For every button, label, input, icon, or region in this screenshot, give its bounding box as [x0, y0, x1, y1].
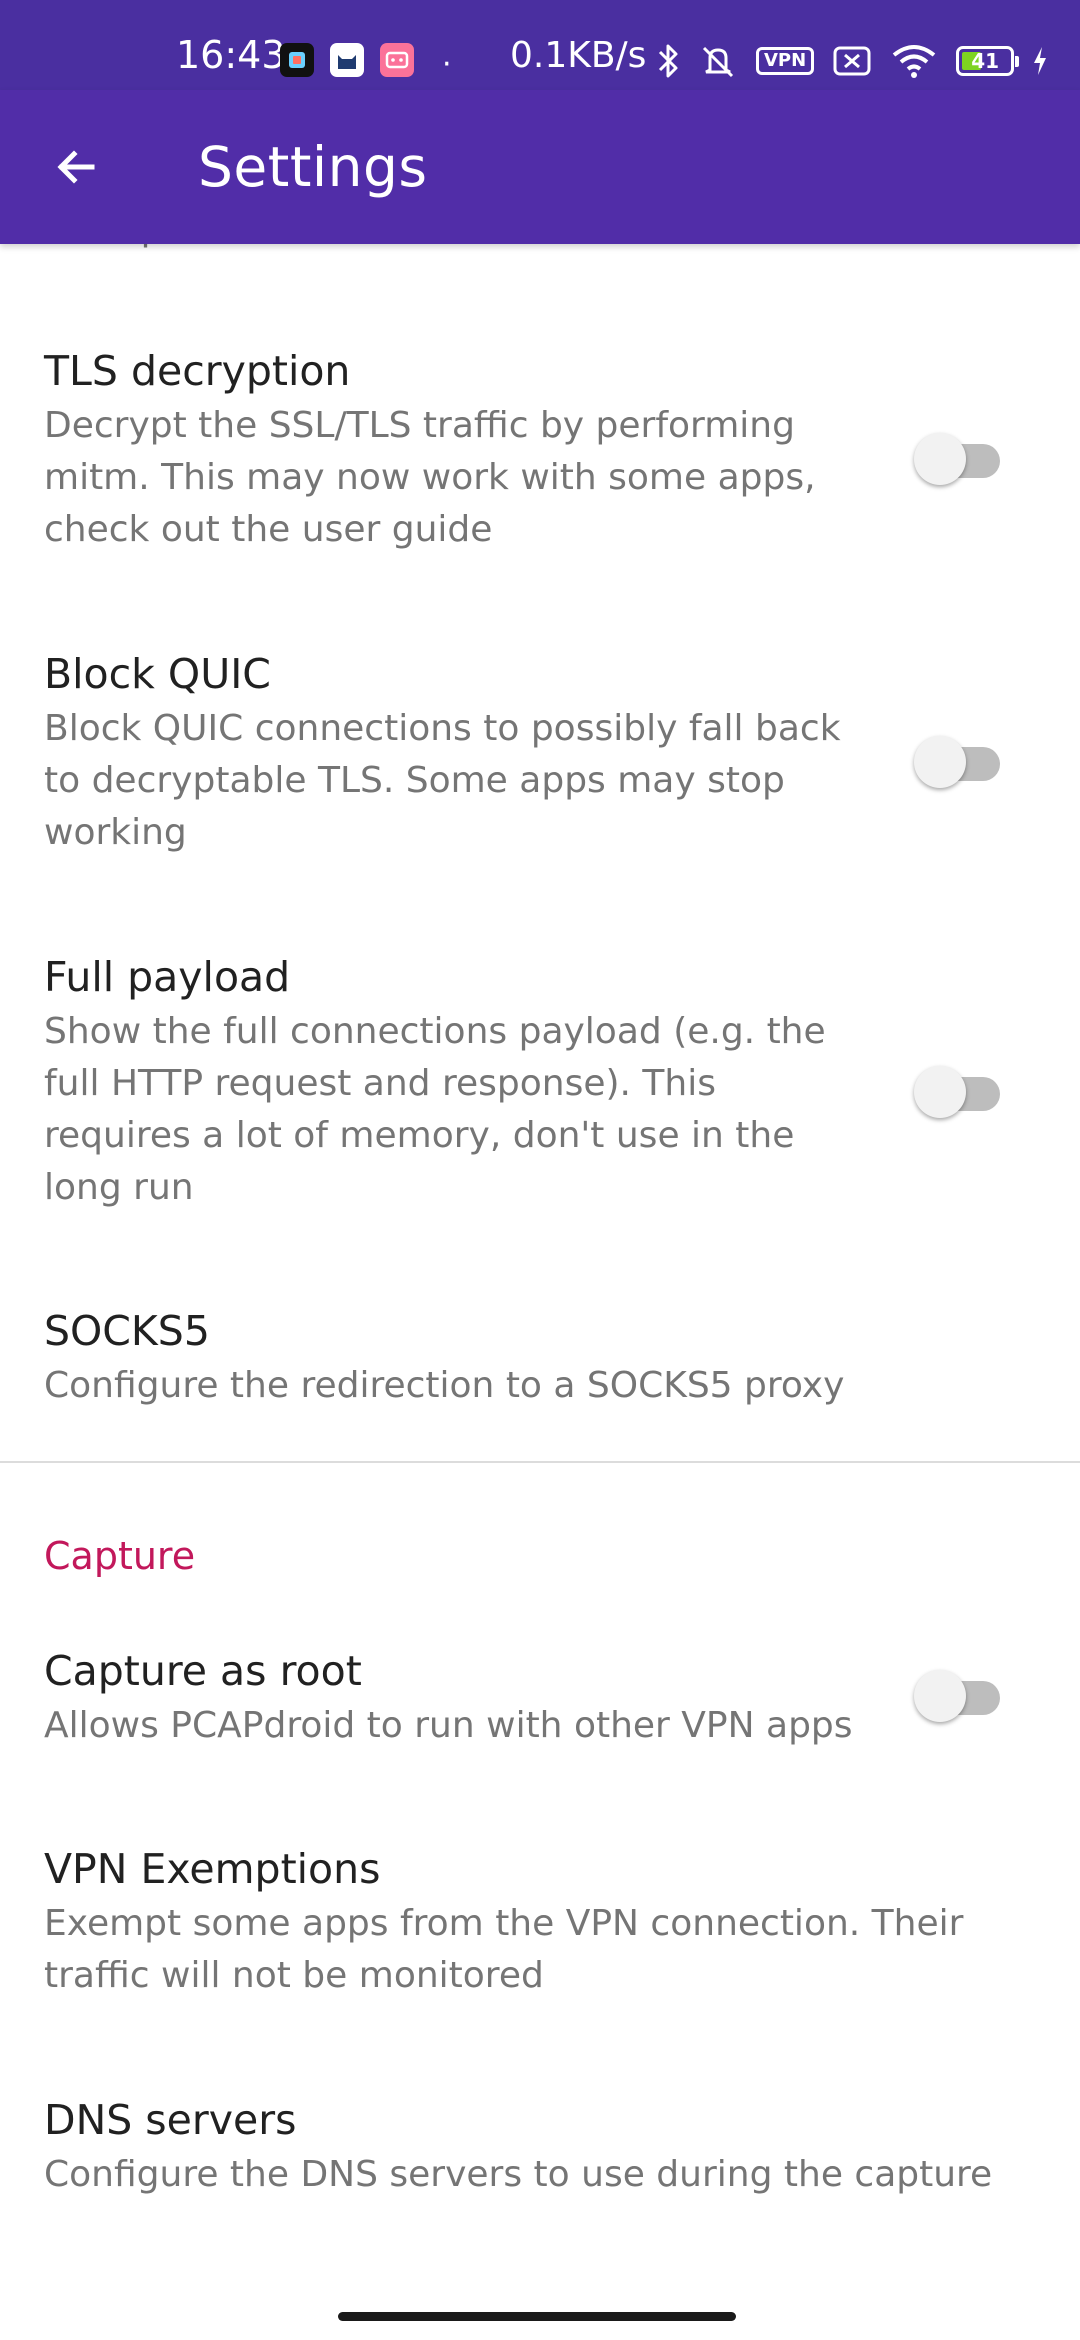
pref-full-payload[interactable]: Full payload Show the full connections p… [0, 950, 1080, 1210]
home-indicator[interactable] [338, 2312, 736, 2321]
switch-thumb [914, 1066, 966, 1118]
pref-title: VPN Exemptions [44, 1845, 381, 1893]
wifi-icon [890, 43, 938, 79]
pref-summary: Configure the DNS servers to use during … [44, 2154, 993, 2195]
pref-summary: Exempt some apps from the VPN connection… [44, 1903, 964, 1996]
pref-summary: Configure the redirection to a SOCKS5 pr… [44, 1365, 845, 1406]
pref-vpn-exemptions[interactable]: VPN Exemptions Exempt some apps from the… [0, 1842, 1080, 2002]
page-title: Settings [198, 135, 428, 199]
pref-title: Full payload [44, 953, 291, 1001]
vpn-icon: VPN [756, 47, 815, 75]
capture-as-root-switch[interactable] [914, 1668, 1006, 1724]
pref-summary: Decrypt the SSL/TLS traffic by performin… [44, 405, 816, 550]
pref-dns-servers[interactable]: DNS servers Configure the DNS servers to… [0, 2093, 1080, 2213]
status-time: 16:43 [176, 33, 286, 77]
settings-screen: 16:43 · 0.1KB/s VPN 41 Settings TLS decr… [0, 0, 1080, 2340]
battery-icon: 41 [956, 46, 1020, 76]
pref-socks5[interactable]: SOCKS5 Configure the redirection to a SO… [0, 1304, 1080, 1424]
pref-title: Block QUIC [44, 650, 271, 698]
no-sim-icon [832, 44, 872, 78]
switch-thumb [914, 433, 966, 485]
status-icons: VPN 41 [656, 42, 1048, 80]
pref-block-quic[interactable]: Block QUIC Block QUIC connections to pos… [0, 647, 1080, 853]
pref-tls-decryption[interactable]: TLS decryption Decrypt the SSL/TLS traff… [0, 344, 1080, 550]
tls-decryption-switch[interactable] [914, 431, 1006, 487]
category-divider [0, 1461, 1080, 1463]
pref-title: TLS decryption [44, 347, 351, 395]
notification-app-icon [280, 43, 314, 77]
pref-title: SOCKS5 [44, 1307, 210, 1355]
battery-tip [1015, 56, 1020, 67]
charging-icon [1032, 45, 1048, 77]
pref-summary: Allows PCAPdroid to run with other VPN a… [44, 1705, 853, 1746]
network-speed: 0.1KB/s [510, 35, 647, 76]
category-capture: Capture [44, 1534, 196, 1578]
bluetooth-icon [656, 42, 680, 80]
full-payload-switch[interactable] [914, 1064, 1006, 1120]
arrow-back-icon [57, 150, 95, 184]
back-button[interactable] [34, 125, 118, 209]
pref-capture-as-root[interactable]: Capture as root Allows PCAPdroid to run … [0, 1644, 1080, 1764]
app-bar: Settings [0, 90, 1080, 244]
switch-thumb [914, 1670, 966, 1722]
pref-summary: Block QUIC connections to possibly fall … [44, 708, 841, 853]
pref-title: DNS servers [44, 2096, 297, 2144]
pref-title: Capture as root [44, 1647, 362, 1695]
status-bar: 16:43 · 0.1KB/s VPN 41 [0, 0, 1080, 90]
notification-cat-icon [330, 43, 364, 77]
battery-level: 41 [971, 49, 1000, 73]
notification-bilibili-icon [380, 43, 414, 77]
notification-more-dot: · [442, 47, 452, 82]
block-quic-switch[interactable] [914, 734, 1006, 790]
switch-thumb [914, 736, 966, 788]
mute-icon [698, 42, 738, 80]
pref-summary: Show the full connections payload (e.g. … [44, 1011, 826, 1208]
